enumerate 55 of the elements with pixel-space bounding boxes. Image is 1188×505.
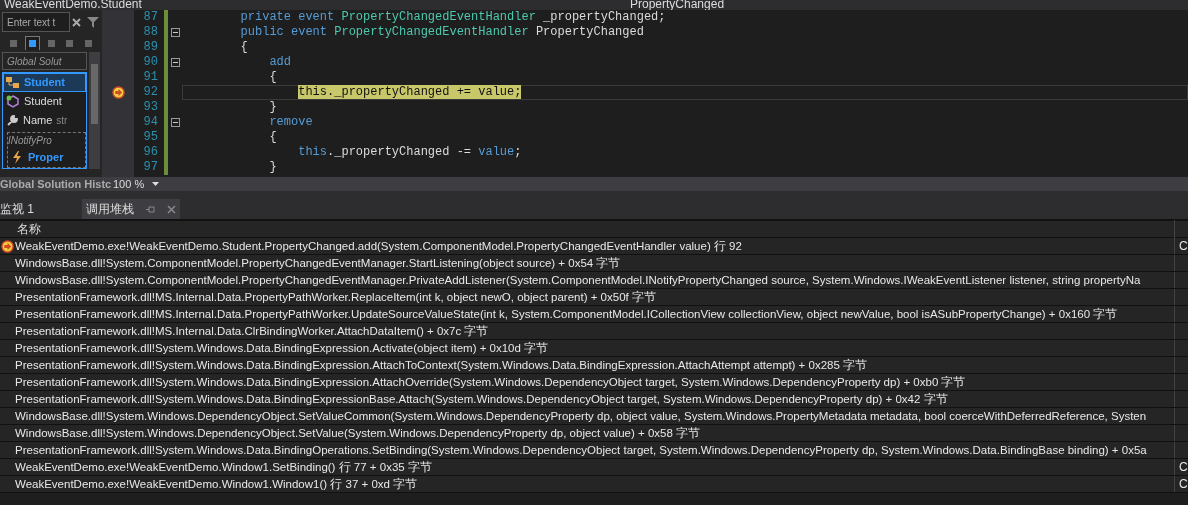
interface-group[interactable]: INotifyPro Proper	[7, 132, 86, 168]
close-icon[interactable]	[167, 204, 176, 214]
pin-icon[interactable]	[146, 205, 155, 213]
method-icon	[6, 95, 20, 108]
close-icon[interactable]	[72, 17, 81, 27]
tool-tab[interactable]: 调用堆栈	[82, 199, 180, 219]
group-label: INotifyPro	[8, 134, 52, 148]
type-hint: str	[56, 114, 68, 128]
view-tab[interactable]	[24, 36, 41, 50]
line-number: 87	[142, 10, 159, 25]
code-line: }	[268, 100, 278, 115]
stack-frame[interactable]: WeakEventDemo.exe!WeakEventDemo.Student.PropertyChanged.add(System.ComponentModel.PropertyChangedEventHandler value) 行 92	[15, 238, 1175, 254]
collapse-icon[interactable]	[170, 28, 180, 37]
caret-icon	[152, 182, 160, 186]
language-cell-text: C	[1178, 459, 1188, 476]
filter-icon[interactable]	[87, 16, 99, 28]
stack-frame[interactable]: WeakEventDemo.exe!WeakEventDemo.Window1.Window1() 行 37 + 0xd 字节	[15, 476, 1175, 492]
line-number: 95	[142, 130, 159, 145]
collapse-icon[interactable]	[170, 58, 180, 67]
tree-item[interactable]: Student	[3, 73, 86, 92]
line-number: 97	[142, 160, 159, 175]
tree-item[interactable]: Proper	[8, 148, 85, 167]
code-line: private event PropertyChangedEventHandler _propertyChanged;	[239, 10, 666, 25]
line-number: 88	[142, 25, 159, 40]
code-line: add	[268, 55, 293, 70]
code-line: {	[268, 130, 278, 145]
tree-item[interactable]: Name str	[3, 111, 86, 130]
code-line: remove	[268, 115, 314, 130]
class-icon	[6, 76, 20, 89]
line-number: 89	[142, 40, 159, 55]
search-field[interactable]: Enter text t	[2, 12, 70, 32]
wrench-icon	[6, 114, 19, 127]
scrollbar[interactable]	[89, 52, 100, 169]
code-line: public event PropertyChangedEventHandler PropertyChanged	[239, 25, 645, 40]
document-title: WeakEventDemo.Student	[3, 0, 143, 10]
code-line: }	[268, 160, 278, 175]
line-number: 94	[142, 115, 159, 130]
panel-footer: Global Solution Histc	[0, 175, 109, 193]
line-number: 96	[142, 145, 159, 160]
tree-item[interactable]: Student	[3, 92, 86, 111]
member-dropdown[interactable]: PropertyChanged	[540, 0, 725, 10]
code-line: {	[239, 40, 249, 55]
line-number: 93	[142, 100, 159, 115]
language-cell-text: C	[1178, 238, 1188, 255]
code-line: {	[268, 70, 278, 85]
language-cell-text: C	[1178, 476, 1188, 493]
code-line: this._propertyChanged -= value;	[297, 145, 523, 160]
line-number: 92	[142, 85, 159, 100]
stack-frame[interactable]: WeakEventDemo.exe!WeakEventDemo.Window1.SetBinding() 行 77 + 0x35 字节	[15, 459, 1175, 475]
line-number: 91	[142, 70, 159, 85]
lightning-icon	[11, 151, 24, 164]
scope-field[interactable]: Global Solut	[2, 52, 87, 70]
tool-tab[interactable]: 监视 1	[0, 199, 34, 219]
collapse-icon[interactable]	[170, 118, 180, 127]
line-number: 90	[142, 55, 159, 70]
